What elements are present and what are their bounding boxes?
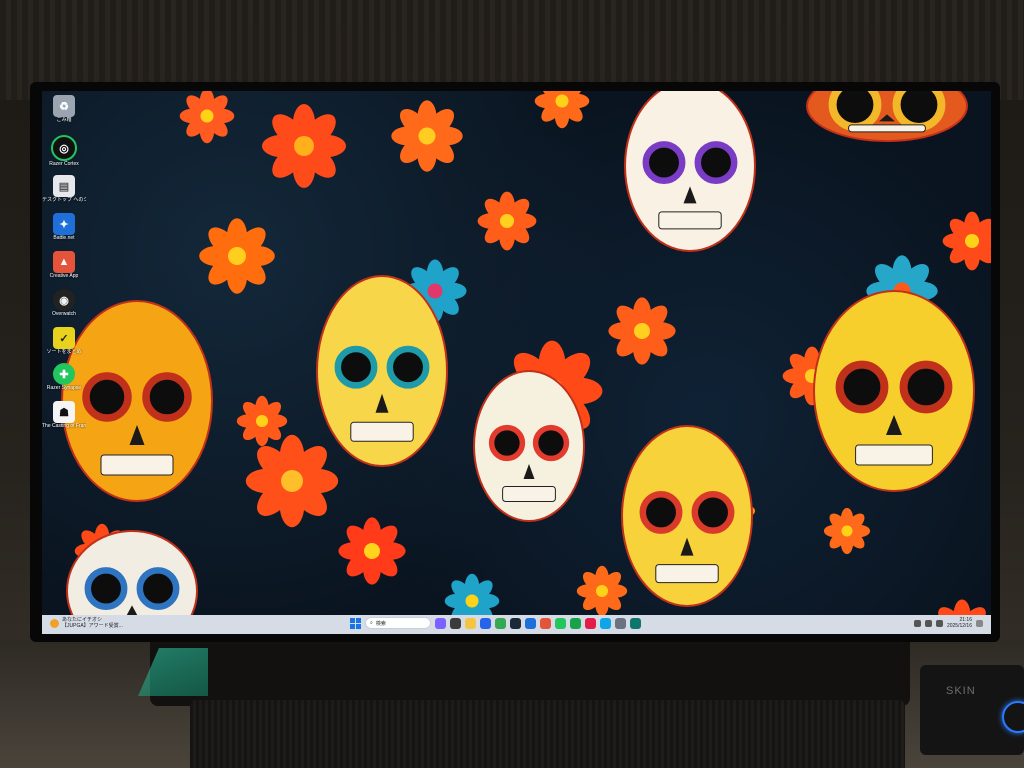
external-device: SKIN (920, 665, 1024, 755)
search-input[interactable]: ⌕ 検索 (365, 617, 431, 629)
sugar-skull-decoration (473, 370, 585, 522)
flower-decoration (391, 100, 463, 172)
search-icon: ⌕ (370, 620, 373, 626)
desktop-icon-frank-stone[interactable]: ☗ The Casting of Frank Stone (42, 401, 86, 429)
overwatch-icon: ◉ (53, 289, 75, 311)
flower-decoration (262, 104, 346, 188)
vpn-icon[interactable] (585, 617, 596, 629)
chevron-up-icon[interactable] (913, 619, 921, 627)
flower-decoration (942, 211, 991, 271)
desktop-icon-label: Razer Cortex (49, 161, 79, 167)
flower-decoration (477, 191, 537, 251)
creative-taskbar-icon[interactable] (540, 617, 551, 629)
start-icon[interactable] (350, 617, 361, 629)
monitor-screen: ♻ ごみ箱 ◎ Razer Cortex ▤ デスクトップ へのショートカット … (42, 91, 991, 634)
power-ring-icon (1002, 701, 1024, 733)
taskbar-center: ⌕ 検索 (350, 617, 641, 629)
flower-decoration (236, 395, 288, 447)
news-subline: 【JUPGA】アワード受賞... (62, 623, 123, 629)
flower-decoration (823, 507, 871, 555)
search-placeholder: 検索 (375, 620, 386, 627)
flower-decoration (576, 565, 628, 615)
razer-synapse-icon: ✚ (53, 363, 75, 385)
desktop-icon-label: Overwatch (52, 311, 76, 317)
clock-date: 2025/12/16 (946, 623, 972, 629)
widgets-button[interactable]: あなたにイチオシ 【JUPGA】アワード受賞... (50, 617, 123, 629)
flower-decoration (179, 91, 235, 144)
notification-bell-icon[interactable] (976, 619, 983, 627)
flower-decoration (534, 91, 590, 129)
razer-cortex-icon: ◎ (51, 135, 77, 161)
flower-decoration (338, 517, 406, 585)
battlenet-taskbar-icon[interactable] (525, 617, 536, 629)
creative-app-icon: ▲ (53, 251, 75, 273)
sugar-skull-decoration (624, 91, 756, 252)
volume-icon[interactable] (935, 619, 943, 627)
weather-icon (50, 618, 59, 628)
desktop-icon-overwatch[interactable]: ◉ Overwatch (42, 289, 86, 317)
steam-icon[interactable] (510, 617, 521, 629)
game-icon: ☗ (53, 401, 75, 423)
razer-taskbar-icon[interactable] (555, 617, 566, 629)
flower-decoration (444, 573, 500, 615)
sugar-skull-decoration (621, 425, 753, 607)
desktop-icon-creative-app[interactable]: ▲ Creative App (42, 251, 86, 279)
sugar-skull-decoration (316, 275, 448, 467)
store-icon[interactable] (480, 617, 491, 629)
copilot-icon[interactable] (435, 617, 446, 629)
monitor-stand (150, 636, 910, 706)
network-icon[interactable] (924, 619, 932, 627)
desktop-icon-razer-cortex[interactable]: ◎ Razer Cortex (42, 135, 86, 167)
battlenet-icon: ✦ (53, 213, 75, 235)
task-view-icon[interactable] (450, 617, 461, 629)
desktop-icon-label: Creative App (49, 273, 79, 279)
note-app-icon: ✓ (53, 327, 75, 349)
chrome-icon[interactable] (495, 617, 506, 629)
desktop-icon-note-app[interactable]: ✓ ソートをまとめ (42, 327, 86, 355)
sugar-skull-wallpaper (61, 91, 991, 615)
terminal-icon[interactable] (630, 617, 641, 629)
windows-taskbar: あなたにイチオシ 【JUPGA】アワード受賞... ⌕ 検索 21:16 202… (42, 615, 991, 634)
desktop-icon-recycle-bin[interactable]: ♻ ごみ箱 (42, 95, 86, 123)
widgets-text: あなたにイチオシ 【JUPGA】アワード受賞... (62, 617, 123, 629)
desktop-icon-label: ごみ箱 (56, 117, 72, 123)
file-shortcut-icon: ▤ (53, 175, 75, 197)
sugar-skull-decoration (806, 91, 968, 142)
desktop-icon-shortcut[interactable]: ▤ デスクトップ へのショートカット (OneDr... (42, 175, 86, 203)
system-tray: 21:16 2025/12/16 (913, 617, 983, 629)
photos-icon[interactable] (600, 617, 611, 629)
settings-icon[interactable] (615, 617, 626, 629)
recycle-bin-icon: ♻ (53, 95, 75, 117)
flower-decoration (608, 297, 676, 365)
flower-decoration (245, 434, 339, 528)
file-explorer-icon[interactable] (465, 617, 476, 629)
desktop-icon-label: Battle.net (53, 235, 75, 241)
clock[interactable]: 21:16 2025/12/16 (947, 617, 972, 629)
razer-cortex-taskbar-icon[interactable] (570, 617, 581, 629)
desktop-icon-label: The Casting of Frank Stone (42, 423, 86, 429)
flower-decoration (938, 599, 986, 615)
desktop-icon-label: Razer Synapse (46, 385, 82, 391)
desktop-icon-label: デスクトップ へのショートカット (OneDr... (42, 197, 86, 203)
sugar-skull-decoration (813, 290, 975, 492)
flower-decoration (199, 218, 275, 294)
soundbar (190, 700, 905, 768)
desktop-icon-battlenet[interactable]: ✦ Battle.net (42, 213, 86, 241)
desktop-icon-razer-synapse[interactable]: ✚ Razer Synapse (42, 363, 86, 391)
desktop-icon-label: ソートをまとめ (46, 349, 82, 355)
taskbar-apps (435, 617, 641, 629)
device-brand-label: SKIN (946, 685, 976, 697)
